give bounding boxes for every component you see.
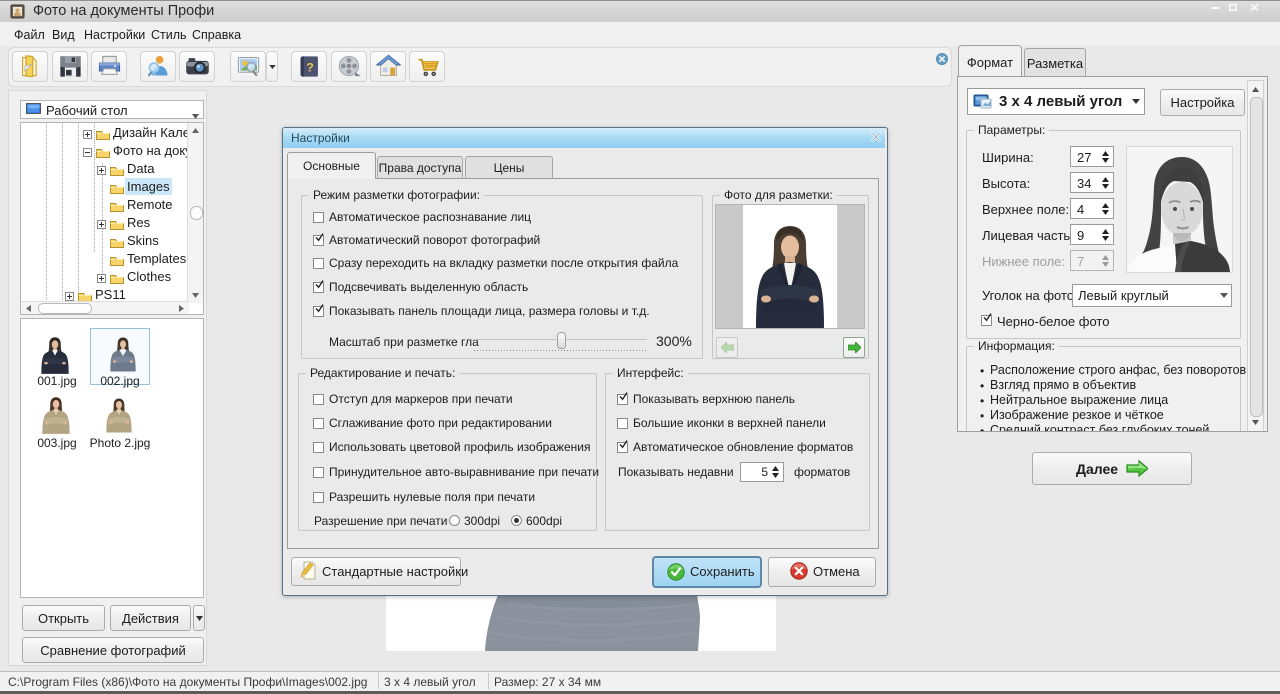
svg-text:?: ? <box>306 61 314 75</box>
